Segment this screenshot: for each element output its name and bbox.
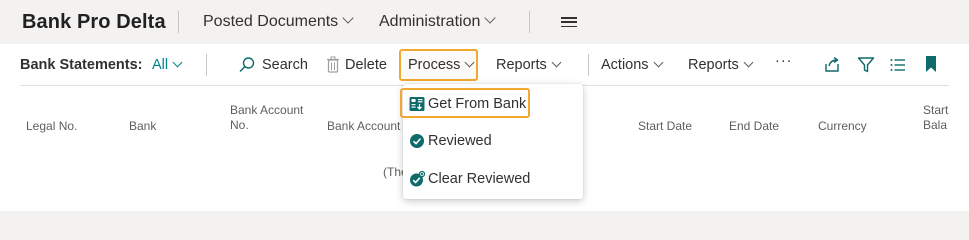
filter-all-label: All xyxy=(152,57,169,73)
trash-icon xyxy=(327,56,339,73)
get-from-bank-highlight xyxy=(400,88,530,118)
hamburger-menu-icon[interactable] xyxy=(561,17,577,28)
search-label: Search xyxy=(262,57,308,73)
chevron-down-icon xyxy=(484,12,497,24)
column-header-bank-account[interactable]: Bank Account xyxy=(327,119,400,134)
reports-dropdown[interactable]: Reports xyxy=(496,57,562,73)
menu-item-reviewed[interactable]: Reviewed xyxy=(403,125,583,157)
app-title[interactable]: Bank Pro Delta xyxy=(22,11,166,34)
search-button[interactable]: Search xyxy=(238,57,308,73)
reports-label: Reports xyxy=(496,57,547,73)
list-view-icon[interactable] xyxy=(889,56,907,74)
app-bar: Bank Pro Delta Posted Documents Administ… xyxy=(0,0,969,44)
action-separator-1 xyxy=(206,54,207,76)
reports2-dropdown[interactable]: Reports xyxy=(688,57,754,73)
nav-administration-label: Administration xyxy=(379,13,481,30)
reports2-label: Reports xyxy=(688,57,739,73)
page-label: Bank Statements: xyxy=(20,57,143,73)
filter-icon[interactable] xyxy=(857,56,875,74)
more-options-button[interactable]: ··· xyxy=(775,53,793,69)
chevron-down-icon xyxy=(172,57,183,68)
column-header-bank-account-no[interactable]: Bank Account No. xyxy=(230,103,310,133)
title-separator xyxy=(178,11,179,33)
chevron-down-icon xyxy=(342,12,354,24)
column-header-start-balance[interactable]: Start Bala xyxy=(923,103,957,133)
share-icon[interactable] xyxy=(823,56,841,74)
column-header-legal-no[interactable]: Legal No. xyxy=(26,119,77,134)
menu-item-clear-reviewed-label: Clear Reviewed xyxy=(428,171,531,187)
action-bar: Bank Statements: All Search Delete Proce… xyxy=(0,44,969,85)
column-header-end-date[interactable]: End Date xyxy=(729,119,779,134)
actions-dropdown[interactable]: Actions xyxy=(601,57,664,73)
chevron-down-icon xyxy=(551,57,562,68)
action-separator-2 xyxy=(588,54,589,76)
delete-label: Delete xyxy=(345,57,387,73)
nav-separator xyxy=(529,11,530,33)
clear-check-icon xyxy=(410,171,425,187)
actions-label: Actions xyxy=(601,57,649,73)
process-label: Process xyxy=(408,57,461,73)
nav-posted-documents-label: Posted Documents xyxy=(203,13,339,30)
column-header-currency[interactable]: Currency xyxy=(818,119,867,134)
filter-all-dropdown[interactable]: All xyxy=(152,57,183,73)
chevron-down-icon xyxy=(653,57,664,68)
nav-administration[interactable]: Administration xyxy=(379,12,497,31)
nav-posted-documents[interactable]: Posted Documents xyxy=(203,12,354,31)
column-header-bank[interactable]: Bank xyxy=(129,119,156,134)
process-dropdown[interactable]: Process xyxy=(408,57,475,73)
chevron-down-icon xyxy=(464,57,475,68)
chevron-down-icon xyxy=(743,57,754,68)
menu-item-reviewed-label: Reviewed xyxy=(428,133,492,149)
bookmark-icon[interactable] xyxy=(924,55,938,73)
column-header-start-date[interactable]: Start Date xyxy=(638,119,692,134)
menu-item-clear-reviewed[interactable]: Clear Reviewed xyxy=(403,163,583,195)
delete-button[interactable]: Delete xyxy=(326,56,387,73)
check-circle-icon xyxy=(410,134,424,148)
search-icon xyxy=(239,57,255,73)
